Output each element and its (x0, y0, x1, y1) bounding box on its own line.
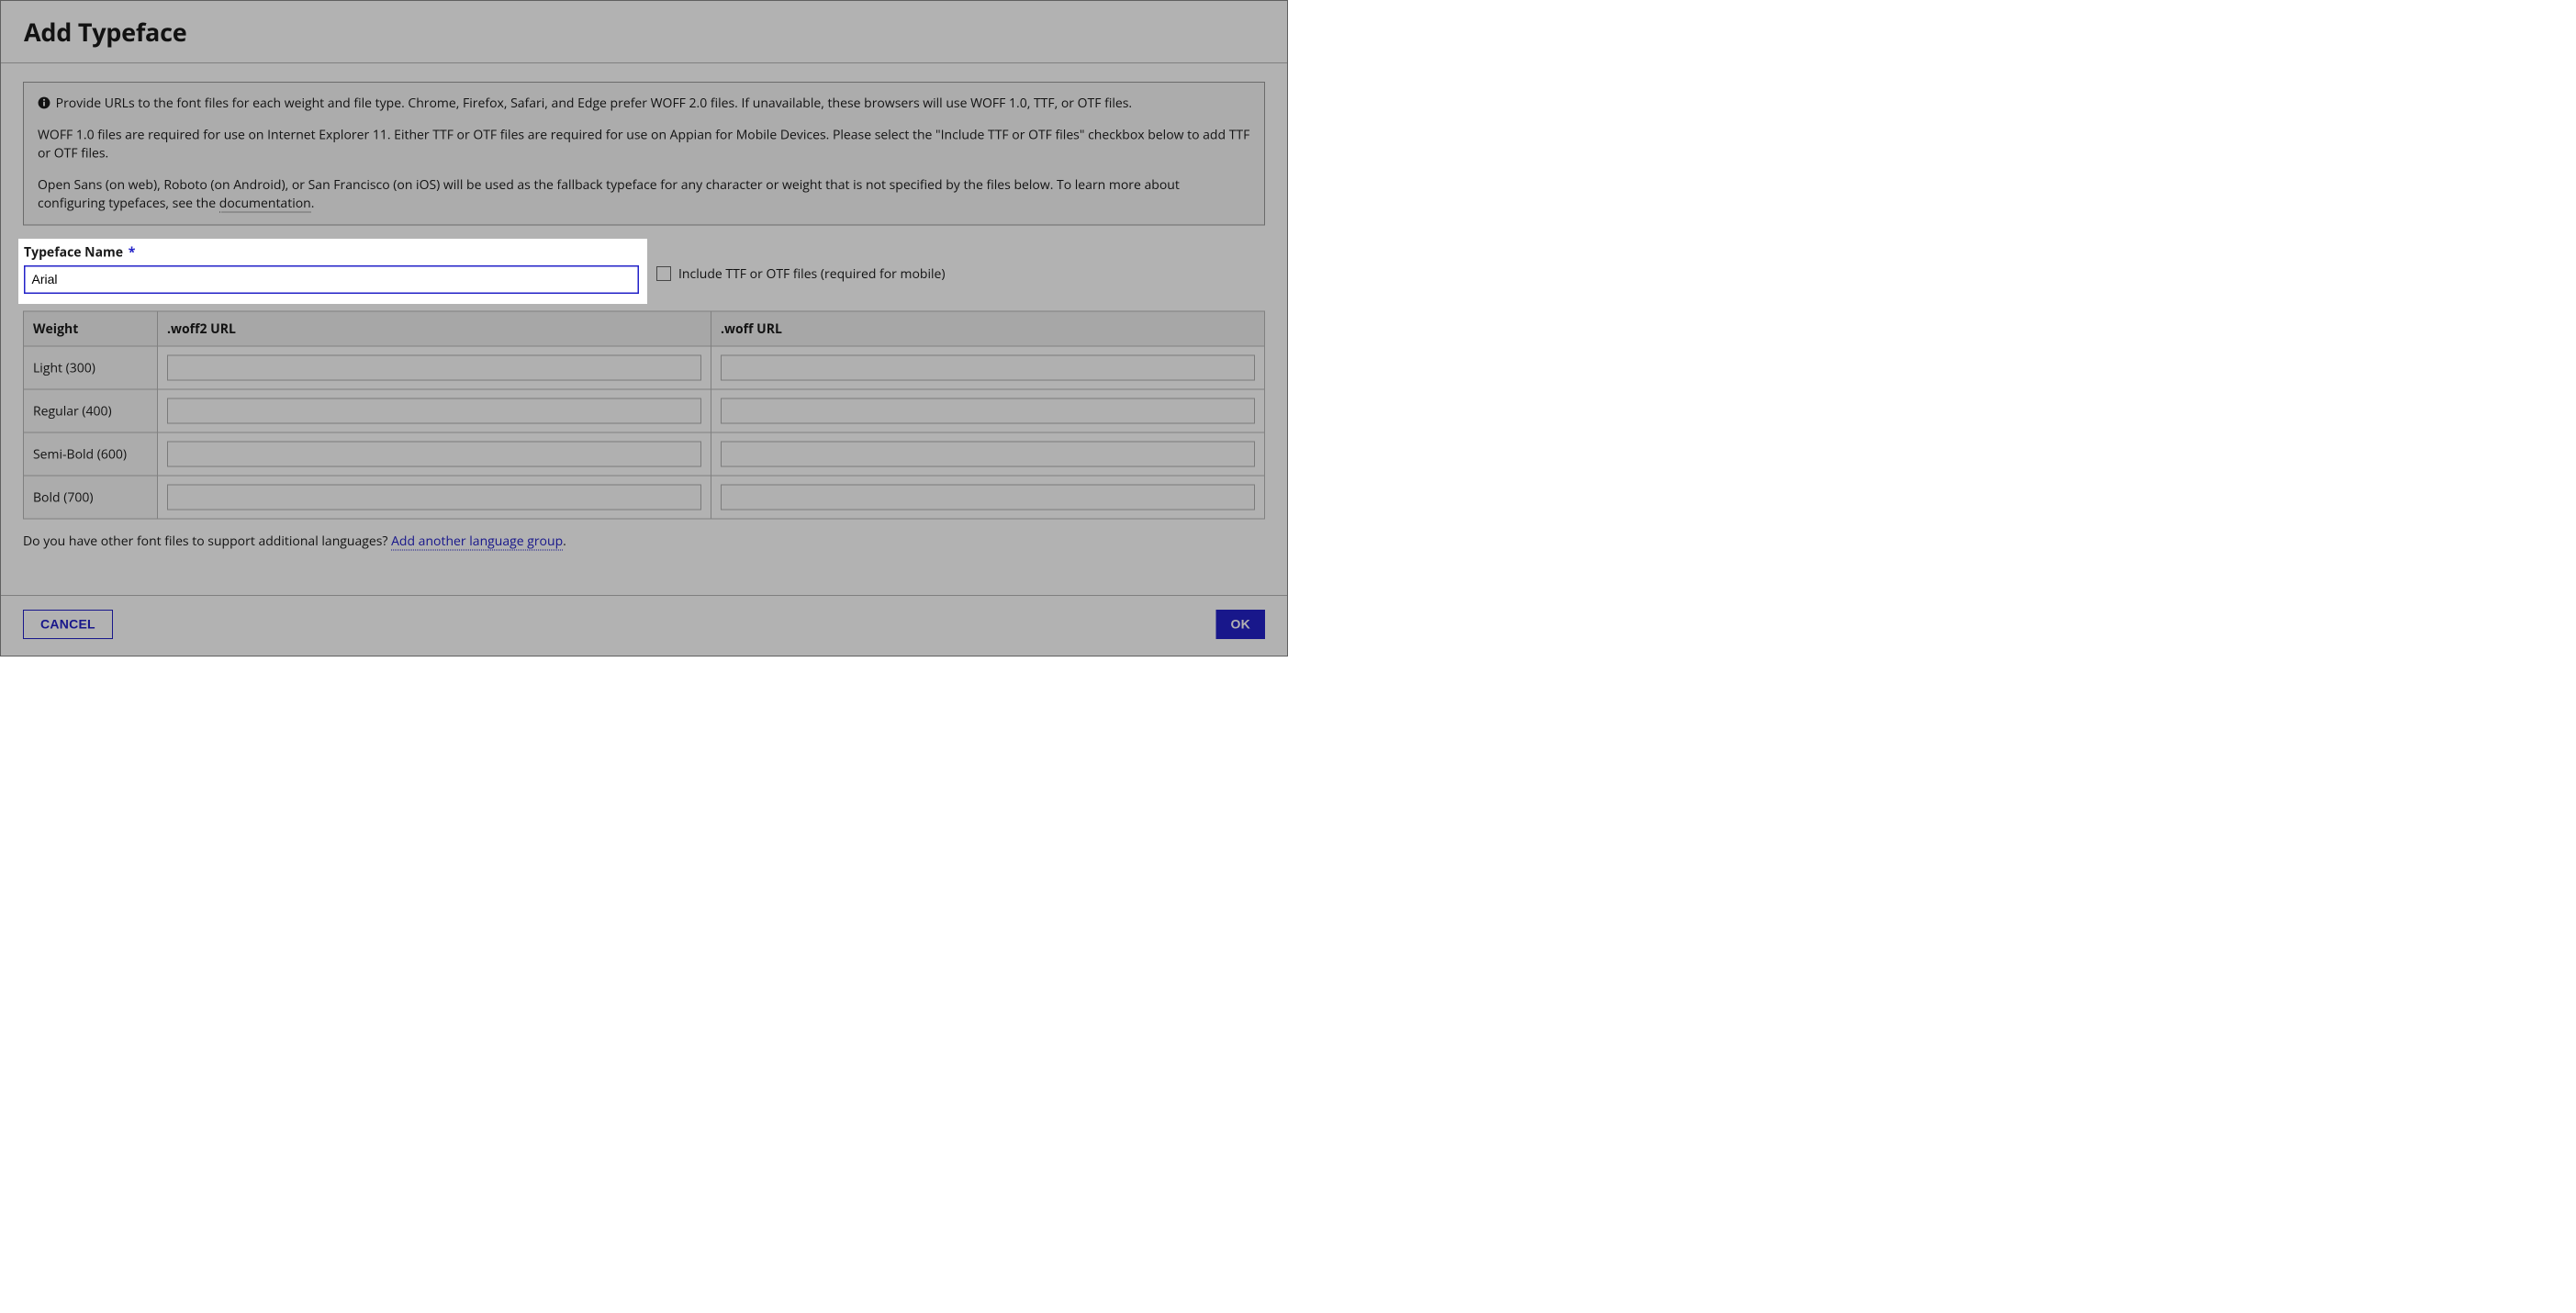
language-group-tail: . (563, 532, 566, 549)
dialog-footer: CANCEL OK (1, 595, 1287, 656)
include-ttf-otf-checkbox[interactable] (656, 266, 671, 281)
woff2-url-input-light[interactable] (167, 354, 701, 380)
col-header-woff2: .woff2 URL (158, 311, 711, 346)
woff-url-input-regular[interactable] (721, 398, 1255, 423)
woff2-url-input-bold[interactable] (167, 484, 701, 510)
col-header-woff: .woff URL (711, 311, 1265, 346)
ok-button[interactable]: OK (1216, 610, 1266, 639)
woff-url-input-semibold[interactable] (721, 441, 1255, 466)
info-text-3a: Open Sans (on web), Roboto (on Android),… (38, 175, 1180, 211)
woff-url-input-light[interactable] (721, 354, 1255, 380)
table-row: Regular (400) (24, 389, 1265, 432)
table-row: Semi-Bold (600) (24, 432, 1265, 476)
info-icon (38, 96, 50, 109)
info-box: Provide URLs to the font files for each … (23, 82, 1265, 225)
table-row: Light (300) (24, 346, 1265, 389)
typeface-name-field: Typeface Name * (18, 239, 647, 304)
language-group-prompt: Do you have other font files to support … (23, 532, 1265, 549)
info-paragraph-2: WOFF 1.0 files are required for use on I… (38, 125, 1250, 163)
weight-cell: Semi-Bold (600) (24, 432, 158, 476)
cancel-button[interactable]: CANCEL (23, 610, 113, 639)
info-paragraph-3: Open Sans (on web), Roboto (on Android),… (38, 175, 1250, 213)
add-typeface-dialog: Add Typeface Provide URLs to the font fi… (0, 0, 1288, 656)
weight-cell: Bold (700) (24, 476, 158, 519)
col-header-weight: Weight (24, 311, 158, 346)
language-group-question: Do you have other font files to support … (23, 532, 391, 549)
font-weights-table: Weight .woff2 URL .woff URL Light (300) … (23, 310, 1265, 519)
dialog-title: Add Typeface (24, 15, 1264, 49)
info-text-3b: . (311, 195, 315, 212)
weight-cell: Regular (400) (24, 389, 158, 432)
woff2-url-input-semibold[interactable] (167, 441, 701, 466)
add-language-group-link[interactable]: Add another language group (391, 532, 563, 550)
documentation-link[interactable]: documentation (219, 195, 311, 213)
woff2-url-input-regular[interactable] (167, 398, 701, 423)
typeface-name-label: Typeface Name * (24, 243, 639, 261)
dialog-body: Provide URLs to the font files for each … (1, 63, 1287, 595)
typeface-name-label-text: Typeface Name (24, 243, 123, 261)
include-ttf-otf-checkbox-row[interactable]: Include TTF or OTF files (required for m… (656, 264, 946, 282)
table-row: Bold (700) (24, 476, 1265, 519)
required-star-icon: * (129, 243, 136, 261)
woff-url-input-bold[interactable] (721, 484, 1255, 510)
weight-cell: Light (300) (24, 346, 158, 389)
typeface-name-input[interactable] (24, 265, 639, 294)
include-ttf-otf-label: Include TTF or OTF files (required for m… (678, 264, 946, 282)
dialog-header: Add Typeface (1, 1, 1287, 63)
info-text-1: Provide URLs to the font files for each … (56, 95, 1132, 112)
info-paragraph-1: Provide URLs to the font files for each … (38, 94, 1250, 112)
